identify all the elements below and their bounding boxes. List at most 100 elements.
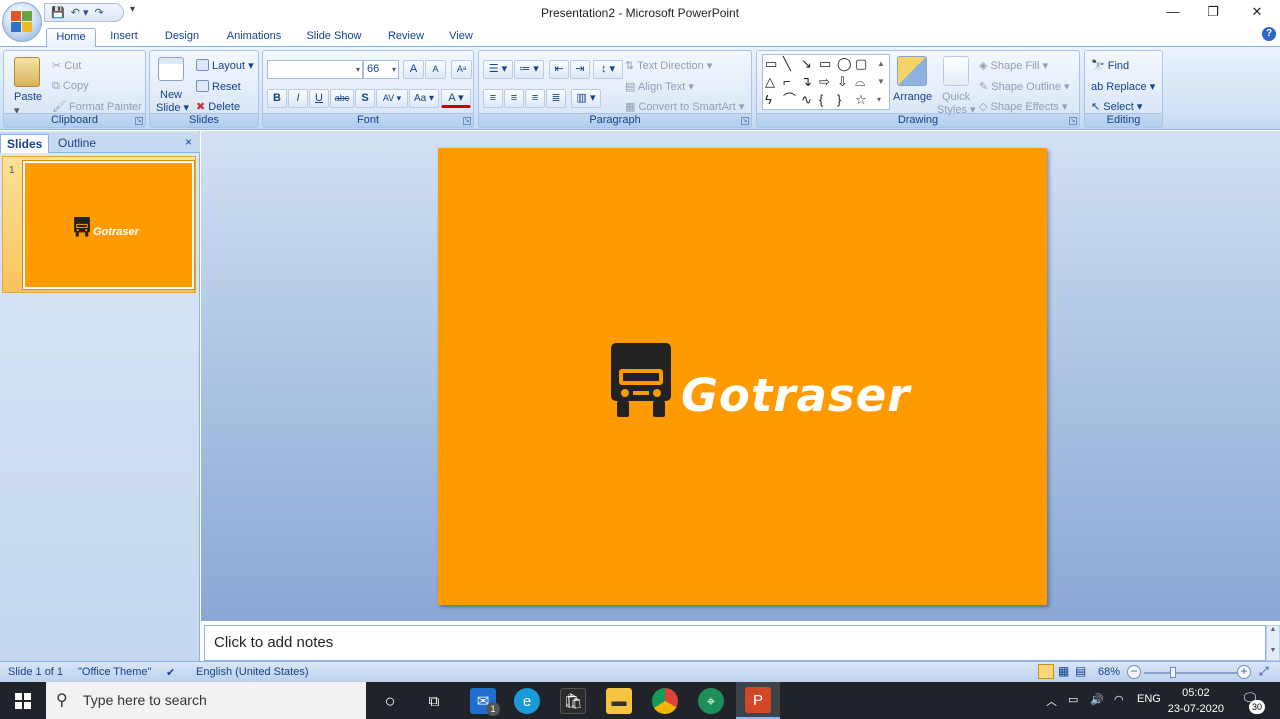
store-icon[interactable]: 🛍 xyxy=(560,688,586,714)
scroll-down-icon[interactable]: ▼ xyxy=(1267,647,1279,654)
notes-pane[interactable]: Click to add notes xyxy=(204,625,1266,661)
truck-logo-icon[interactable] xyxy=(610,343,672,419)
arc-shape-icon[interactable]: ⌒ xyxy=(783,93,796,107)
chrome-icon[interactable] xyxy=(652,688,678,714)
gallery-scroll-up-icon[interactable]: ▲ xyxy=(877,57,885,71)
paste-icon[interactable] xyxy=(14,57,40,87)
line-spacing-icon[interactable]: ↕ ▾ xyxy=(593,60,623,79)
cortana-icon[interactable]: ○ xyxy=(377,688,403,714)
shapes-gallery[interactable]: ▭ ╲ ↘ ▭ ◯ ▢ △ ⌐ ↴ ⇨ ⇩ ⌓ ϟ ⌒ ∿ { } ☆ ▲ ▼ … xyxy=(762,54,890,110)
input-language[interactable]: ENG xyxy=(1137,693,1161,705)
right-brace-shape-icon[interactable]: } xyxy=(837,93,841,107)
format-painter-button[interactable]: 🖌 Format Painter xyxy=(52,100,142,113)
drawing-dialog-launcher[interactable]: ↘ xyxy=(1069,117,1077,125)
curve-shape-icon[interactable]: ∿ xyxy=(801,93,812,107)
tab-view[interactable]: View xyxy=(444,28,478,47)
rectangle-shape-icon[interactable]: ▭ xyxy=(819,57,831,71)
battery-icon[interactable]: ▭ xyxy=(1068,693,1078,706)
font-color-button[interactable]: A ▾ xyxy=(441,89,471,108)
shape-effects-button[interactable]: ◇ Shape Effects ▾ xyxy=(979,100,1067,113)
tab-slide-show[interactable]: Slide Show xyxy=(300,28,368,47)
help-icon[interactable]: ? xyxy=(1262,27,1276,41)
columns-icon[interactable]: ▥ ▾ xyxy=(571,89,601,108)
quick-styles-label-2[interactable]: Styles ▾ xyxy=(937,103,976,116)
task-view-icon[interactable]: ⧉ xyxy=(421,688,447,714)
tab-design[interactable]: Design xyxy=(158,28,206,47)
quick-styles-label-1[interactable]: Quick xyxy=(942,91,970,103)
line-shape-icon[interactable]: ╲ xyxy=(783,57,791,71)
paragraph-dialog-launcher[interactable]: ↘ xyxy=(741,117,749,125)
increase-indent-icon[interactable]: ⇥ xyxy=(570,60,590,79)
pane-close-icon[interactable]: × xyxy=(185,135,192,149)
office-button[interactable] xyxy=(2,2,42,42)
tab-home[interactable]: Home xyxy=(46,28,96,47)
new-slide-label-1[interactable]: New xyxy=(160,89,182,101)
reset-button[interactable]: Reset xyxy=(196,80,241,93)
fit-to-window-icon[interactable]: ⤢ xyxy=(1259,664,1269,679)
shrink-font-button[interactable]: A xyxy=(425,60,446,79)
align-left-icon[interactable]: ≡ xyxy=(483,89,503,108)
grow-font-button[interactable]: A xyxy=(403,60,424,79)
zoom-slider[interactable] xyxy=(1144,672,1240,674)
restore-button[interactable]: ❐ xyxy=(1190,0,1236,24)
text-direction-button[interactable]: ⇅ Text Direction ▾ xyxy=(625,59,712,72)
shadow-button[interactable]: S xyxy=(355,89,375,108)
justify-icon[interactable]: ≣ xyxy=(546,89,566,108)
tab-review[interactable]: Review xyxy=(382,28,430,47)
edge-icon[interactable]: e xyxy=(514,688,540,714)
font-dialog-launcher[interactable]: ↘ xyxy=(463,117,471,125)
clear-formatting-button[interactable]: Aᵃ xyxy=(451,60,472,79)
font-name-box[interactable]: ▾ xyxy=(267,60,363,79)
star-shape-icon[interactable]: ☆ xyxy=(855,93,867,107)
slide-sorter-view-icon[interactable]: ▦ xyxy=(1058,664,1069,678)
strikethrough-button[interactable]: abc xyxy=(330,89,354,108)
system-clock[interactable]: 05:02 23-07-2020 xyxy=(1168,685,1224,717)
textbox-shape-icon[interactable]: ▭ xyxy=(765,57,777,71)
maps-pin-icon[interactable]: ⌖ xyxy=(698,688,724,714)
show-hidden-icons[interactable]: ︿ xyxy=(1046,693,1057,709)
zoom-slider-handle[interactable] xyxy=(1170,667,1176,678)
align-text-button[interactable]: ▤ Align Text ▾ xyxy=(625,80,694,93)
notes-scrollbar[interactable]: ▲ ▼ xyxy=(1266,625,1280,661)
right-arrow-shape-icon[interactable]: ⇨ xyxy=(819,75,830,89)
start-button[interactable] xyxy=(0,682,46,719)
volume-icon[interactable]: 🔊 xyxy=(1090,693,1104,706)
search-placeholder[interactable]: Type here to search xyxy=(83,692,207,708)
numbering-icon[interactable]: ≔ ▾ xyxy=(514,60,544,79)
slide-canvas[interactable]: Gotraser xyxy=(438,148,1047,605)
slide-thumbnail[interactable]: 1 Gotraser xyxy=(2,156,196,293)
arrange-icon[interactable] xyxy=(897,56,927,86)
down-arrow-shape-icon[interactable]: ⇩ xyxy=(837,75,848,89)
zoom-level[interactable]: 68% xyxy=(1098,666,1120,678)
quick-styles-icon[interactable] xyxy=(943,56,969,86)
select-button[interactable]: ↖ Select ▾ xyxy=(1091,100,1142,113)
gallery-scroll-down-icon[interactable]: ▼ xyxy=(877,75,885,89)
bold-button[interactable]: B xyxy=(267,89,287,108)
cut-button[interactable]: ✂ Cut xyxy=(52,59,81,72)
oval-shape-icon[interactable]: ◯ xyxy=(837,57,852,71)
delete-button[interactable]: ✖ Delete xyxy=(196,100,240,113)
slide-show-view-icon[interactable]: ▤ xyxy=(1075,664,1086,678)
replace-button[interactable]: ab Replace ▾ xyxy=(1091,80,1155,93)
tab-slides[interactable]: Slides xyxy=(0,134,50,153)
font-size-box[interactable]: 66 ▾ xyxy=(363,60,399,79)
change-case-button[interactable]: Aa ▾ xyxy=(409,89,439,108)
tab-animations[interactable]: Animations xyxy=(220,28,288,47)
powerpoint-taskbar-button[interactable]: P xyxy=(736,682,780,719)
close-button[interactable]: ✕ xyxy=(1234,0,1280,24)
find-button[interactable]: 🔭 Find xyxy=(1091,59,1129,72)
wifi-icon[interactable]: ◠ xyxy=(1114,693,1124,706)
arrow-line-shape-icon[interactable]: ↘ xyxy=(801,57,812,71)
clipboard-dialog-launcher[interactable]: ↘ xyxy=(135,117,143,125)
spellcheck-icon[interactable]: ✔ xyxy=(166,666,175,679)
shape-fill-button[interactable]: ◈ Shape Fill ▾ xyxy=(979,59,1048,72)
slide-title-text[interactable]: Gotraser xyxy=(681,370,910,422)
new-slide-icon[interactable] xyxy=(158,57,184,81)
layout-button[interactable]: Layout ▾ xyxy=(196,59,254,72)
triangle-shape-icon[interactable]: △ xyxy=(765,75,775,89)
arrange-button[interactable]: Arrange xyxy=(893,91,932,103)
notes-placeholder[interactable]: Click to add notes xyxy=(214,634,333,651)
italic-button[interactable]: I xyxy=(288,89,308,108)
tab-outline[interactable]: Outline xyxy=(52,134,102,153)
bullets-icon[interactable]: ☰ ▾ xyxy=(483,60,513,79)
